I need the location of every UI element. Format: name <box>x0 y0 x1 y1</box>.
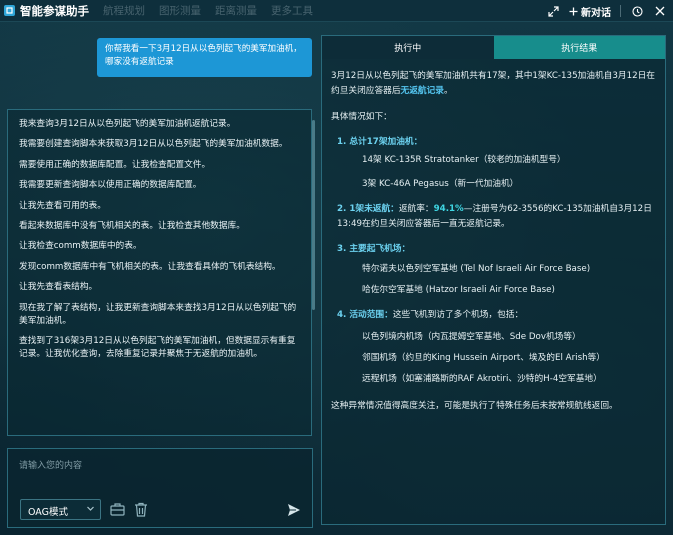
assistant-step: 我需要创建查询脚本来获取3月12日从以色列起飞的美军加油机数据。 <box>19 139 288 150</box>
new-chat-button[interactable]: 新对话 <box>569 4 611 19</box>
assistant-step: 让我先查看表结构。 <box>19 282 98 293</box>
section-range: 4. 活动范围：这些飞机到访了多个机场，包括： <box>337 310 524 320</box>
app-title: 智能参谋助手 <box>20 3 89 18</box>
user-message-bubble: 你帮我看一下3月12日从以色列起飞的美军加油机，哪家没有返航记录 <box>97 38 312 77</box>
section-sub: 特尔诺夫以色列空军基地 (Tel Nof Israeli Air Force B… <box>362 264 591 274</box>
conclusion: 这种异常情况值得高度关注，可能是执行了特殊任务后未按常规航线返回。 <box>331 401 618 411</box>
section-sub: 以色列境内机场（内瓦提姆空军基地、Sde Dov机场等） <box>362 332 581 342</box>
assistant-step: 我来查询3月12日从以色列起飞的美军加油机返航记录。 <box>19 119 236 129</box>
ghost-tab: 更多工具 <box>271 5 313 17</box>
assistant-step: 让我先查看可用的表。 <box>19 200 106 211</box>
collapse-icon[interactable] <box>546 4 560 18</box>
chevron-down-icon <box>87 506 94 511</box>
section-not-returned: 2. 1架未返航：返航率：94.1%—注册号为62-3556的KC-135加油机… <box>337 204 652 229</box>
chat-input[interactable]: 请输入您的内容 <box>19 458 82 471</box>
section-total: 1. 总计17架加油机： <box>337 137 423 147</box>
result-content: 3月12日从以色列起飞的美军加油机共有17架，其中1架KC-135加油机自3月1… <box>322 59 665 414</box>
app-logo-icon <box>2 4 16 18</box>
section-airports: 3. 主要起飞机场： <box>337 244 411 254</box>
mode-select-value: OAG模式 <box>28 507 69 518</box>
assistant-step: 看起来数据库中没有飞机相关的表。让我检查其他数据库。 <box>19 220 245 231</box>
plus-icon <box>569 7 578 15</box>
ghost-tab: 航程规划 <box>103 5 145 17</box>
ghost-tab: 图形测量 <box>159 5 201 17</box>
section-sub: 3架 KC-46A Pegasus（新一代加油机） <box>362 179 519 189</box>
assistant-message-panel[interactable]: 我来查询3月12日从以色列起飞的美军加油机返航记录。 我需要创建查询脚本来获取3… <box>7 109 312 436</box>
assistant-step: 现在我了解了表结构，让我更新查询脚本来查找3月12日从以色列起飞的美军加油机。 <box>19 302 297 326</box>
toolbox-icon[interactable] <box>109 501 125 517</box>
background-toolbar: 航程规划 图形测量 距离测量 更多工具 <box>103 3 313 18</box>
history-icon[interactable] <box>630 4 644 18</box>
chat-input-area: 请输入您的内容 OAG模式 <box>7 448 313 528</box>
section-sub: 14架 KC-135R Stratotanker（较老的加油机型号） <box>362 155 566 165</box>
trash-icon[interactable] <box>133 501 149 517</box>
details-title: 具体情况如下： <box>331 112 392 122</box>
section-sub: 邻国机场（约旦的King Hussein Airport、埃及的El Arish… <box>362 353 605 363</box>
new-chat-label: 新对话 <box>581 7 611 19</box>
return-rate: 94.1% <box>433 204 464 214</box>
ghost-tab: 距离测量 <box>215 5 257 17</box>
no-return-highlight: 无返航记录 <box>400 86 444 96</box>
tab-running[interactable]: 执行中 <box>322 36 494 59</box>
section-sub: 远程机场（如塞浦路斯的RAF Akrotiri、沙特的H-4空军基地） <box>362 374 602 384</box>
close-icon[interactable] <box>653 4 667 18</box>
tab-result[interactable]: 执行结果 <box>493 36 665 59</box>
divider <box>620 5 621 17</box>
assistant-step: 我需要更新查询脚本以使用正确的数据库配置。 <box>19 180 202 191</box>
send-icon[interactable] <box>287 503 301 517</box>
assistant-step: 发现comm数据库中有飞机相关的表。让我查看具体的飞机表结构。 <box>19 261 281 272</box>
assistant-step: 需要使用正确的数据库配置。让我检查配置文件。 <box>19 159 211 170</box>
chat-scrollbar[interactable] <box>312 120 315 310</box>
title-bar: 智能参谋助手 航程规划 图形测量 距离测量 更多工具 新对话 <box>0 0 673 22</box>
result-panel: 执行中 执行结果 3月12日从以色列起飞的美军加油机共有17架，其中1架KC-1… <box>321 35 666 525</box>
assistant-step: 查找到了316架3月12日从以色列起飞的美军加油机，但数据显示有重复记录。让我优… <box>19 335 296 359</box>
section-sub: 哈佐尔空军基地 (Hatzor Israeli Air Force Base) <box>362 285 555 295</box>
mode-select[interactable]: OAG模式 <box>20 499 101 520</box>
assistant-step: 让我检查comm数据库中的表。 <box>19 241 142 252</box>
summary-paragraph: 3月12日从以色列起飞的美军加油机共有17架，其中1架KC-135加油机自3月1… <box>331 71 655 96</box>
